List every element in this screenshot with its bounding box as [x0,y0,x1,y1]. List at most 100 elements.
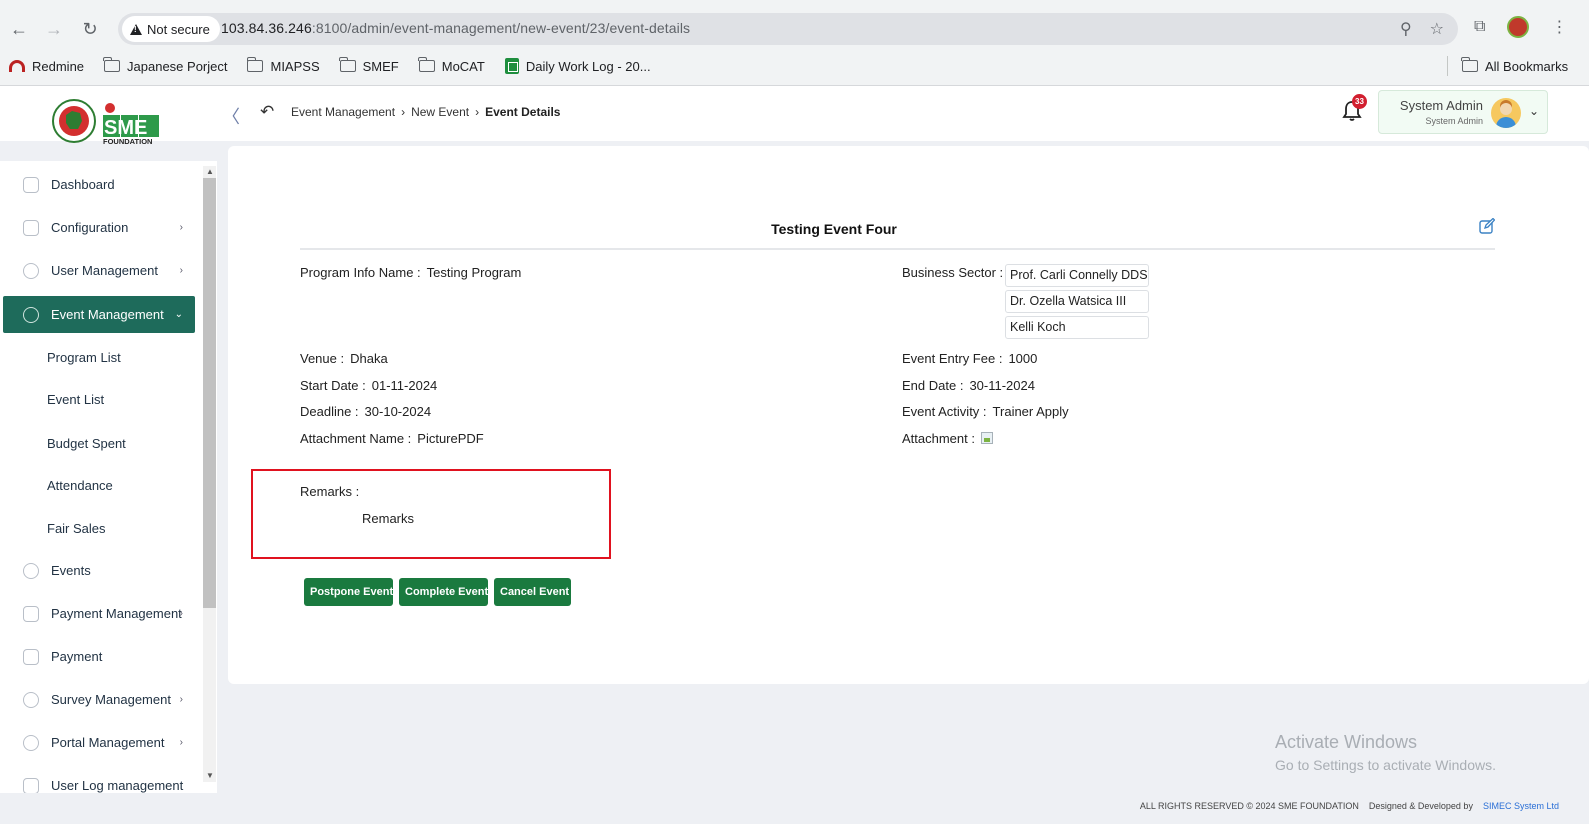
logo-subtext: FOUNDATION [103,137,152,145]
event-activity-value: Trainer Apply [992,404,1069,419]
address-bar[interactable]: Not secure 103.84.36.246:8100/admin/even… [118,13,1458,45]
user-name: System Admin [1399,98,1483,113]
sidebar-item-user-management[interactable]: User Management › [3,252,195,289]
footer-company-link[interactable]: SIMEC System Ltd [1483,801,1559,811]
bookmark-japanese-porject[interactable]: Japanese Porject [103,57,228,74]
scrollbar-thumb[interactable] [203,178,216,608]
forward-arrow-icon[interactable]: → [42,17,66,41]
sidebar: Dashboard Configuration › User Managemen… [0,161,217,793]
end-date-value: 30-11-2024 [969,378,1035,393]
complete-event-button[interactable]: Complete Event [399,578,488,606]
edit-icon[interactable] [1479,218,1495,234]
sidebar-item-label: Portal Management [51,735,165,750]
sidebar-subitem-event-list[interactable]: Event List [47,392,104,407]
footer-rights: ALL RIGHTS RESERVED © 2024 SME FOUNDATIO… [1139,801,1359,811]
chevron-right-icon: › [179,737,183,748]
sheets-icon [504,58,519,74]
back-icon[interactable]: ↶ [260,102,274,122]
bookmark-redmine[interactable]: Redmine [9,59,84,74]
security-label: Not secure [147,21,210,37]
attachment-label: Attachment : [902,431,975,446]
folder-icon [418,57,435,72]
bookmark-mocat[interactable]: MoCAT [418,57,485,74]
attachment-name-value: PicturePDF [417,431,484,446]
start-date-value: 01-11-2024 [371,378,438,393]
event-title: Testing Event Four [771,221,897,237]
menu-dots-icon[interactable]: ⋮ [1551,17,1567,37]
sidebar-collapse-icon[interactable]: 〈 [222,103,240,129]
back-arrow-icon[interactable]: ← [7,17,31,41]
sme-foundation-logo[interactable]: SME FOUNDATION [52,99,164,145]
event-activity-field: Event Activity : Trainer Apply [902,404,1069,419]
warning-icon [130,23,142,35]
scroll-up-icon[interactable]: ▲ [206,167,214,176]
program-info-label: Program Info Name : [300,265,421,280]
venue-field: Venue : Dhaka [300,351,388,366]
breadcrumb-event-details: Event Details [485,105,561,119]
business-sector-tag: Prof. Carli Connelly DDS [1005,264,1149,287]
attachment-field: Attachment : [902,431,993,446]
sidebar-item-payment[interactable]: Payment [3,638,195,675]
extensions-icon[interactable]: ⧉ [1474,18,1485,36]
profile-icon[interactable] [1507,16,1530,38]
portal-icon [23,735,39,751]
sidebar-item-event-management[interactable]: Event Management ⌄ [3,296,195,333]
sidebar-item-payment-management[interactable]: Payment Management › [3,595,195,632]
sidebar-subitem-fair-sales[interactable]: Fair Sales [47,521,106,536]
breadcrumb-new-event[interactable]: New Event [411,105,469,119]
pie-chart-icon [23,692,39,708]
cancel-event-button[interactable]: Cancel Event [494,578,571,606]
zoom-icon[interactable]: ⚲ [1400,19,1412,39]
sidebar-item-portal-management[interactable]: Portal Management › [3,724,195,761]
breadcrumb: Event Management › New Event › Event Det… [291,105,560,119]
all-bookmarks[interactable]: All Bookmarks [1447,56,1589,76]
bookmark-label: MoCAT [441,58,485,74]
sidebar-subitem-budget-spent[interactable]: Budget Spent [47,436,126,451]
user-menu[interactable]: System Admin System Admin ⌄ [1378,90,1548,134]
bookmark-smef[interactable]: SMEF [339,57,399,74]
sidebar-item-label: Event Management [51,307,164,322]
deadline-value: 30-10-2024 [364,404,432,419]
user-role: System Admin [1425,116,1483,126]
avatar [1491,98,1521,128]
postpone-event-button[interactable]: Postpone Event [304,578,393,606]
entry-fee-value: 1000 [1008,351,1038,366]
chevron-right-icon: › [179,265,183,276]
chevron-right-icon: › [179,608,183,619]
footer: ALL RIGHTS RESERVED © 2024 SME FOUNDATIO… [0,797,1589,824]
log-icon [23,778,39,793]
sidebar-item-events[interactable]: Events [3,552,195,589]
chevron-down-icon[interactable]: ⌄ [1529,104,1539,118]
windows-activation-watermark: Activate Windows Go to Settings to activ… [1275,732,1496,773]
security-chip[interactable]: Not secure [122,16,220,42]
sidebar-subitem-program-list[interactable]: Program List [47,350,121,365]
sidebar-item-user-log-management[interactable]: User Log management [3,767,195,793]
scroll-down-icon[interactable]: ▼ [206,771,214,780]
configuration-icon [23,220,39,236]
broken-image-icon[interactable] [980,432,993,444]
reload-icon[interactable]: ↻ [78,17,102,41]
watermark-subtitle: Go to Settings to activate Windows. [1275,757,1496,773]
attachment-name-field: Attachment Name : PicturePDF [300,431,484,446]
sidebar-item-dashboard[interactable]: Dashboard [3,166,195,203]
url-text[interactable]: 103.84.36.246:8100/admin/event-managemen… [221,20,690,36]
sidebar-subitem-attendance[interactable]: Attendance [47,478,113,493]
business-sector-tag: Kelli Koch [1005,316,1149,339]
grid-icon [23,177,39,193]
bookmark-label: Redmine [32,58,85,74]
title-divider [300,248,1495,250]
sidebar-item-configuration[interactable]: Configuration › [3,209,195,246]
sidebar-item-survey-management[interactable]: Survey Management › [3,681,195,718]
footer-designed-by: Designed & Developed by [1368,801,1473,811]
sidebar-scrollbar[interactable]: ▲ ▼ [203,166,216,782]
bookmark-daily-work-log[interactable]: Daily Work Log - 20... [504,58,651,74]
program-info-field: Program Info Name : Testing Program [300,265,521,280]
breadcrumb-event-management[interactable]: Event Management [291,105,395,119]
remarks-highlight [251,469,611,559]
bookmark-miapss[interactable]: MIAPSS [246,57,320,74]
entry-fee-label: Event Entry Fee : [902,351,1003,366]
redmine-icon [9,60,25,72]
bookmark-label: Japanese Porject [127,58,228,74]
star-icon[interactable]: ☆ [1430,19,1444,39]
url-host: 103.84.36.246 [221,20,312,36]
